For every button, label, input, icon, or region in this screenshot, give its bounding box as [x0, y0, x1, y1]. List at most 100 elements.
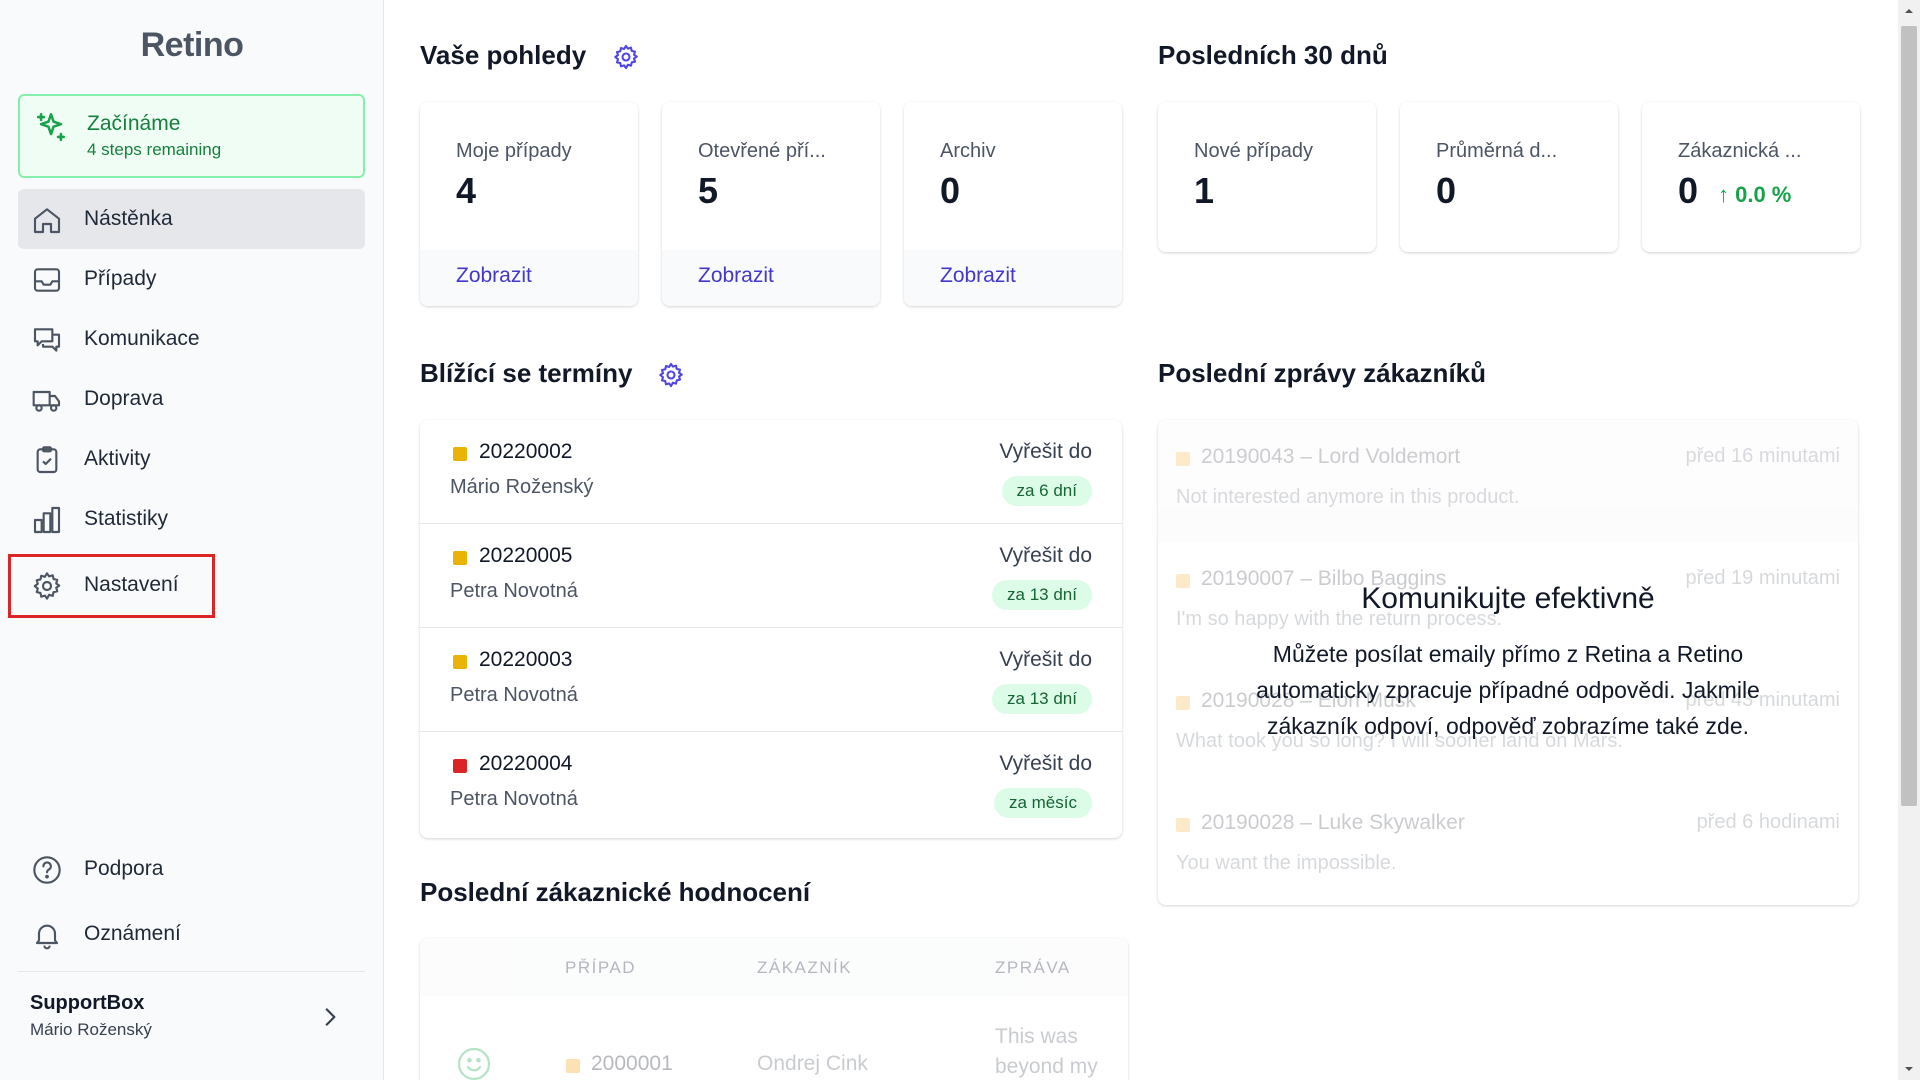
due-badge: za 13 dní — [992, 684, 1092, 714]
smile-face-icon — [457, 1047, 491, 1080]
sidebar-item-label: Podpora — [84, 857, 164, 880]
rating-message: This was beyond my — [995, 1025, 1098, 1078]
case-assignee: Petra Novotná — [450, 788, 578, 810]
due-badge: za 6 dní — [1001, 476, 1092, 506]
messages-empty-overlay: Komunikujte efektivně Můžete posílat ema… — [1158, 420, 1858, 905]
sidebar-divider — [18, 971, 365, 972]
inbox-icon — [33, 268, 61, 292]
table-row: 2000001 Ondrej Cink This was beyond my — [420, 996, 1128, 1080]
due-label: Vyřešit do — [999, 648, 1092, 671]
messages-title: Poslední zprávy zákazníků — [1158, 358, 1487, 388]
ratings-table: PŘÍPAD ZÁKAZNÍK ZPRÁVA 2000001 Ondrej Ci… — [420, 938, 1128, 1080]
sidebar-item-doprava[interactable]: Doprava — [18, 369, 365, 429]
deadlines-settings-gear-icon[interactable] — [657, 361, 685, 389]
deadline-row[interactable]: 20220004 Petra Novotná Vyřešit do za měs… — [420, 732, 1122, 836]
getting-started-subtitle: 4 steps remaining — [87, 140, 222, 159]
sidebar-item-label: Doprava — [84, 387, 164, 410]
views-settings-gear-icon[interactable] — [612, 43, 640, 71]
view-card-value: 5 — [698, 170, 719, 211]
question-circle-icon — [33, 856, 61, 884]
sidebar-item-label: Oznámení — [84, 922, 181, 945]
app-root: Retino Začínáme 4 steps remaining Nástěn… — [0, 0, 1920, 1080]
case-id: 20220003 — [479, 648, 573, 671]
messages-list: 20190043 – Lord Voldemort před 16 minuta… — [1158, 420, 1858, 905]
view-card-footer: Zobrazit — [662, 250, 880, 306]
sidebar-item-podpora[interactable]: Podpora — [18, 839, 365, 899]
sidebar-item-oznameni[interactable]: Oznámení — [18, 904, 365, 964]
getting-started-card[interactable]: Začínáme 4 steps remaining — [18, 94, 365, 178]
chat-icon — [33, 328, 61, 352]
view-card-value: 0 — [940, 170, 961, 211]
view-card-link[interactable]: Zobrazit — [940, 264, 1016, 288]
sidebar-item-pripady[interactable]: Případy — [18, 249, 365, 309]
sidebar-item-label: Aktivity — [84, 447, 151, 470]
stat-card-zakaznicka: Zákaznická ... 0 ↑ 0.0 % — [1642, 102, 1860, 252]
view-card-label: Moje případy — [456, 140, 572, 162]
page-scrollbar[interactable] — [1898, 0, 1920, 1080]
stat-card-prumerna: Průměrná d... 0 — [1400, 102, 1618, 252]
stat-card-value: 0 — [1678, 170, 1699, 211]
table-header: PŘÍPAD ZÁKAZNÍK ZPRÁVA — [420, 938, 1128, 996]
gear-icon — [33, 572, 61, 600]
sidebar-item-label: Nástěnka — [84, 207, 173, 230]
due-label: Vyřešit do — [999, 544, 1092, 567]
sidebar-item-komunikace[interactable]: Komunikace — [18, 309, 365, 369]
case-id: 20220004 — [479, 752, 573, 775]
view-card-archiv: Archiv 0 Zobrazit — [904, 102, 1122, 306]
stat-card-value: 1 — [1194, 170, 1215, 211]
bell-icon — [35, 924, 59, 950]
getting-started-title: Začínáme — [87, 112, 181, 135]
sparkles-icon — [36, 112, 66, 142]
view-card-link[interactable]: Zobrazit — [456, 264, 532, 288]
scroll-thumb[interactable] — [1901, 26, 1917, 806]
view-card-footer: Zobrazit — [904, 250, 1122, 306]
account-switcher[interactable]: SupportBox Mário Roženský — [18, 984, 365, 1054]
scroll-down-arrow-icon[interactable] — [1898, 1058, 1920, 1080]
overlay-title: Komunikujte efektivně — [1361, 582, 1655, 615]
sidebar-item-nastaveni[interactable]: Nastavení — [18, 555, 365, 615]
stat-card-label: Zákaznická ... — [1678, 140, 1802, 162]
sidebar-item-label: Nastavení — [84, 573, 179, 596]
account-user: Mário Roženský — [30, 1020, 152, 1039]
view-card-footer: Zobrazit — [420, 250, 638, 306]
sidebar: Retino Začínáme 4 steps remaining Nástěn… — [0, 0, 384, 1080]
due-label: Vyřešit do — [999, 440, 1092, 463]
status-dot — [566, 1059, 580, 1073]
chevron-right-icon — [325, 1008, 336, 1026]
stat-card-delta: ↑ 0.0 % — [1718, 182, 1792, 207]
deadlines-list: 20220002 Mário Roženský Vyřešit do za 6 … — [420, 420, 1122, 838]
rating-case: 2000001 — [591, 1052, 673, 1075]
stat-card-label: Průměrná d... — [1436, 140, 1558, 162]
deadlines-title: Blížící se termíny — [420, 358, 633, 388]
status-dot — [453, 759, 467, 773]
due-badge: za 13 dní — [992, 580, 1092, 610]
sidebar-item-label: Případy — [84, 267, 157, 290]
view-card-label: Archiv — [940, 140, 996, 162]
scroll-up-arrow-icon[interactable] — [1898, 0, 1920, 22]
stat-card-label: Nové případy — [1194, 140, 1313, 162]
deadline-row[interactable]: 20220002 Mário Roženský Vyřešit do za 6 … — [420, 420, 1122, 524]
sidebar-item-statistiky[interactable]: Statistiky — [18, 489, 365, 549]
retino-logo[interactable]: Retino — [0, 26, 384, 65]
sidebar-item-label: Komunikace — [84, 327, 200, 350]
status-dot — [453, 447, 467, 461]
bar-chart-icon — [33, 506, 61, 534]
case-assignee: Petra Novotná — [450, 684, 578, 706]
sidebar-item-nastenka[interactable]: Nástěnka — [18, 189, 365, 249]
stat-card-value: 0 — [1436, 170, 1457, 211]
deadline-row[interactable]: 20220003 Petra Novotná Vyřešit do za 13 … — [420, 628, 1122, 732]
case-assignee: Petra Novotná — [450, 580, 578, 602]
sidebar-item-aktivity[interactable]: Aktivity — [18, 429, 365, 489]
clipboard-check-icon — [36, 446, 58, 474]
due-badge: za měsíc — [993, 788, 1092, 818]
column-header: ZÁKAZNÍK — [757, 958, 853, 977]
deadline-row[interactable]: 20220005 Petra Novotná Vyřešit do za 13 … — [420, 524, 1122, 628]
case-id: 20220002 — [479, 440, 573, 463]
due-label: Vyřešit do — [999, 752, 1092, 775]
view-card-label: Otevřené pří... — [698, 140, 826, 162]
status-dot — [453, 551, 467, 565]
view-card-value: 4 — [456, 170, 477, 211]
view-card-link[interactable]: Zobrazit — [698, 264, 774, 288]
views-title: Vaše pohledy — [420, 40, 587, 70]
rating-customer: Ondrej Cink — [757, 1052, 868, 1075]
